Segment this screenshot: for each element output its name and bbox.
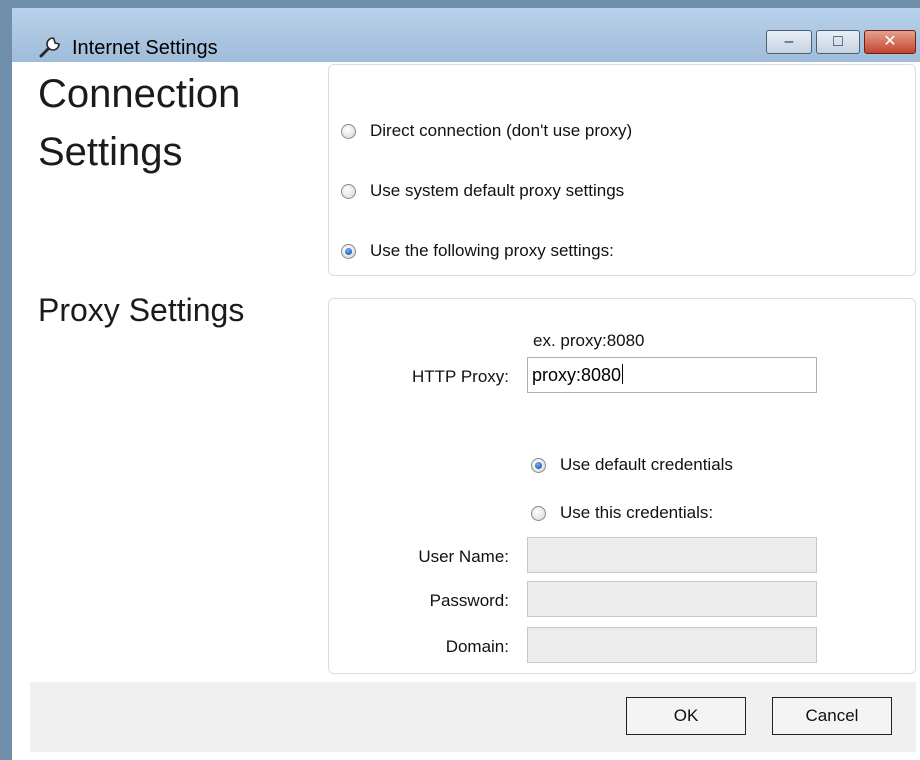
radio-system-default-proxy[interactable]: Use system default proxy settings [341,181,624,201]
maximize-icon: □ [833,33,843,50]
connection-settings-heading-line2: Settings [38,130,183,174]
radio-label: Use this credentials: [560,503,714,522]
username-label: User Name: [418,547,509,566]
radio-button[interactable] [341,123,356,139]
radio-label: Use system default proxy settings [370,181,625,200]
http-proxy-label: HTTP Proxy: [412,367,509,386]
proxy-settings-heading: Proxy Settings [38,292,245,328]
radio-button[interactable] [531,505,546,521]
maximize-button[interactable]: □ [816,30,860,54]
wrench-icon [39,37,60,58]
password-input[interactable] [527,581,817,617]
connection-options-panel: Direct connection (don't use proxy) Use … [328,64,916,276]
domain-input[interactable] [527,627,817,663]
cancel-button[interactable]: Cancel [772,697,892,735]
minimize-button[interactable]: – [766,30,812,54]
close-icon: ✕ [883,33,897,50]
text-caret [622,364,624,384]
proxy-hint: ex. proxy:8080 [533,331,645,350]
radio-label: Use the following proxy settings: [370,241,614,260]
password-label: Password: [429,591,509,610]
domain-label: Domain: [445,637,509,656]
radio-use-following-proxy[interactable]: Use the following proxy settings: [341,241,614,261]
radio-button[interactable] [531,457,546,473]
connection-settings-heading-line1: Connection [38,72,241,116]
radio-this-credentials[interactable]: Use this credentials: [531,503,713,523]
radio-button[interactable] [341,243,356,259]
http-proxy-input[interactable]: proxy:8080 [527,357,817,393]
username-input[interactable] [527,537,817,573]
radio-label: Use default credentials [560,455,733,474]
radio-direct-connection[interactable]: Direct connection (don't use proxy) [341,121,632,141]
minimize-icon: – [784,33,794,50]
radio-label: Direct connection (don't use proxy) [370,121,633,140]
close-button[interactable]: ✕ [864,30,916,54]
internet-settings-window: Internet Settings – □ ✕ Connection Setti… [0,0,920,760]
ok-button[interactable]: OK [626,697,746,735]
dialog-content: Connection Settings Direct connection (d… [12,62,920,760]
radio-button[interactable] [341,183,356,199]
radio-default-credentials[interactable]: Use default credentials [531,455,733,475]
dialog-footer: OK Cancel [30,682,916,752]
window-title: Internet Settings [72,37,218,59]
http-proxy-value: proxy:8080 [532,365,622,385]
proxy-settings-panel: ex. proxy:8080 HTTP Proxy: proxy:8080 Us… [328,298,916,674]
